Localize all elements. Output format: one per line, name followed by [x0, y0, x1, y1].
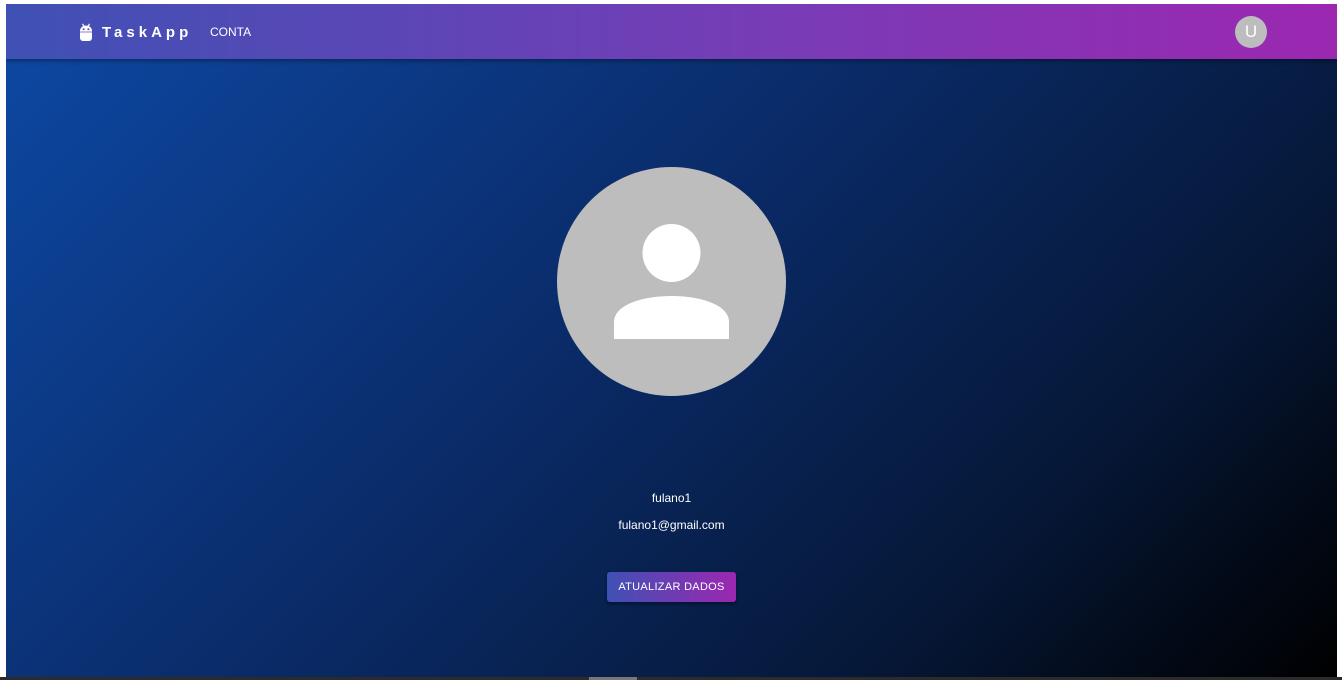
user-avatar-button[interactable]: U: [1235, 16, 1267, 48]
profile-page: fulano1 fulano1@gmail.com ATUALIZAR DADO…: [6, 59, 1337, 677]
person-icon: [614, 224, 729, 339]
profile-email: fulano1@gmail.com: [618, 518, 725, 532]
android-icon: [80, 23, 92, 41]
nav-link-conta[interactable]: CONTA: [210, 25, 251, 39]
app-bar: TaskApp CONTA U: [6, 4, 1337, 59]
app-frame: TaskApp CONTA U fulano1 fulano1@gmail.co…: [6, 4, 1337, 677]
profile-avatar: [557, 167, 786, 396]
brand-logo[interactable]: TaskApp: [79, 21, 192, 43]
profile-username: fulano1: [651, 491, 692, 505]
brand-name: TaskApp: [102, 23, 193, 41]
update-data-button[interactable]: ATUALIZAR DADOS: [607, 572, 736, 602]
